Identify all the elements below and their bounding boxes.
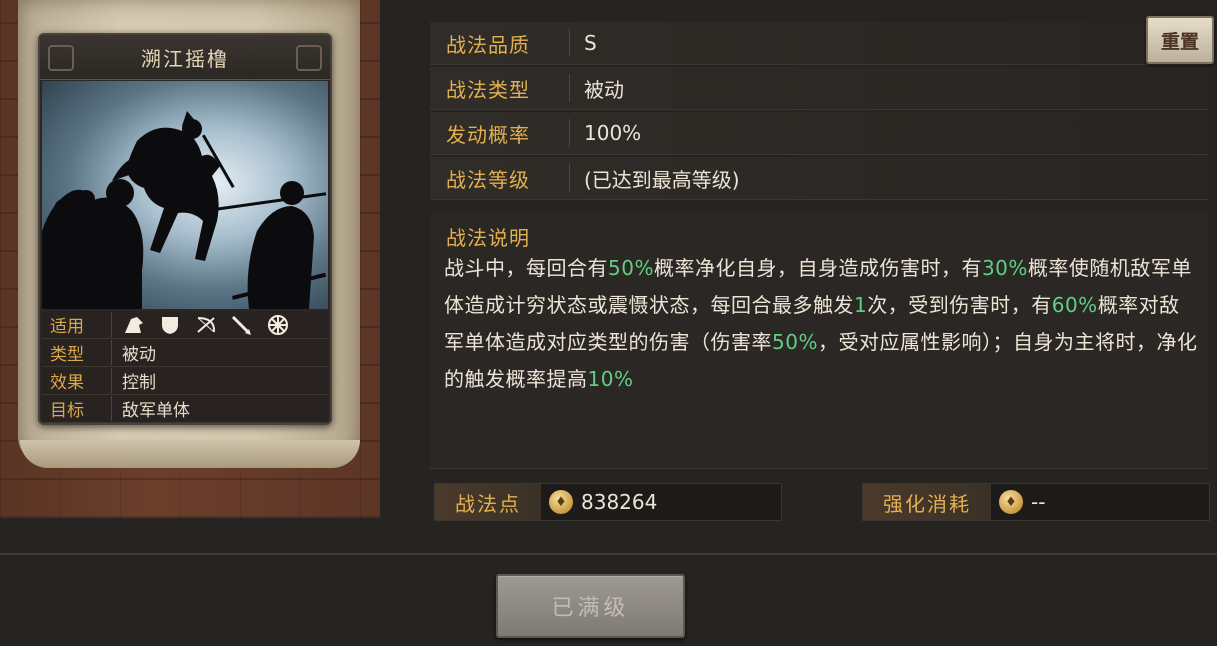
reset-button[interactable]: 重置 bbox=[1146, 16, 1214, 64]
trigger-rate-row: 发动概率 100% bbox=[430, 112, 1208, 155]
quality-row: 战法品质 S bbox=[430, 22, 1208, 65]
highlight-value: 50% bbox=[608, 256, 654, 280]
stat-row-troops: 适用 bbox=[42, 311, 328, 339]
divider bbox=[0, 553, 1217, 555]
skill-name: 溯江摇橹 bbox=[141, 46, 229, 71]
cavalry-icon bbox=[122, 314, 146, 336]
coin-icon: ♦ bbox=[999, 490, 1023, 514]
upgrade-cost-label: 强化消耗 bbox=[863, 484, 991, 520]
skill-points: 战法点 ♦ 838264 bbox=[434, 483, 782, 521]
description-label: 战法说明 bbox=[446, 226, 530, 250]
max-level-button[interactable]: 已满级 bbox=[496, 574, 685, 638]
description-segment: 概率净化自身，自身造成伤害时，有 bbox=[653, 256, 982, 280]
troop-icons bbox=[112, 314, 290, 336]
type-row: 战法类型 被动 bbox=[430, 67, 1208, 110]
ornament-icon bbox=[48, 45, 74, 71]
description-text: 战斗中，每回合有50%概率净化自身，自身造成伤害时，有30%概率使随机敌军单体造… bbox=[444, 250, 1200, 398]
stat-row-target: 目标 敌军单体 bbox=[42, 395, 328, 423]
description-segment: 次，受到伤害时，有 bbox=[867, 293, 1052, 317]
skill-description: 战法说明 战斗中，每回合有50%概率净化自身，自身造成伤害时，有30%概率使随机… bbox=[430, 212, 1208, 469]
skill-artwork bbox=[42, 81, 328, 309]
skill-points-value: 838264 bbox=[581, 490, 658, 514]
bow-icon bbox=[194, 314, 218, 336]
skill-card-stats: 适用 类型 被动 效果 控制 目标 敌军单体 bbox=[42, 311, 328, 423]
highlight-value: 30% bbox=[981, 256, 1028, 280]
skill-details-panel: 战法品质 S 战法类型 被动 发动概率 100% 战法等级 (已达到最高等级) … bbox=[430, 0, 1217, 560]
skill-card: 溯江摇橹 适用 类型 被动 效果 控制 目标 敌军单体 bbox=[38, 33, 332, 425]
description-segment: 战斗中，每回合有 bbox=[444, 256, 608, 280]
upgrade-cost-value: -- bbox=[1031, 490, 1046, 514]
scroll-curl bbox=[20, 440, 360, 468]
shield-icon bbox=[158, 314, 182, 336]
skill-card-title: 溯江摇橹 bbox=[40, 35, 330, 80]
upgrade-cost: 强化消耗 ♦ -- bbox=[862, 483, 1210, 521]
highlight-value: 50% bbox=[772, 330, 818, 354]
highlight-value: 60% bbox=[1051, 293, 1098, 317]
ornament-icon bbox=[296, 45, 322, 71]
skill-points-label: 战法点 bbox=[435, 484, 541, 520]
spear-icon bbox=[230, 314, 254, 336]
wheel-icon bbox=[266, 314, 290, 336]
stat-row-type: 类型 被动 bbox=[42, 339, 328, 367]
coin-icon: ♦ bbox=[549, 490, 573, 514]
stat-row-effect: 效果 控制 bbox=[42, 367, 328, 395]
level-row: 战法等级 (已达到最高等级) bbox=[430, 157, 1208, 200]
highlight-value: 10% bbox=[587, 367, 634, 391]
battle-silhouette-image bbox=[42, 111, 327, 309]
highlight-value: 1 bbox=[854, 293, 868, 317]
